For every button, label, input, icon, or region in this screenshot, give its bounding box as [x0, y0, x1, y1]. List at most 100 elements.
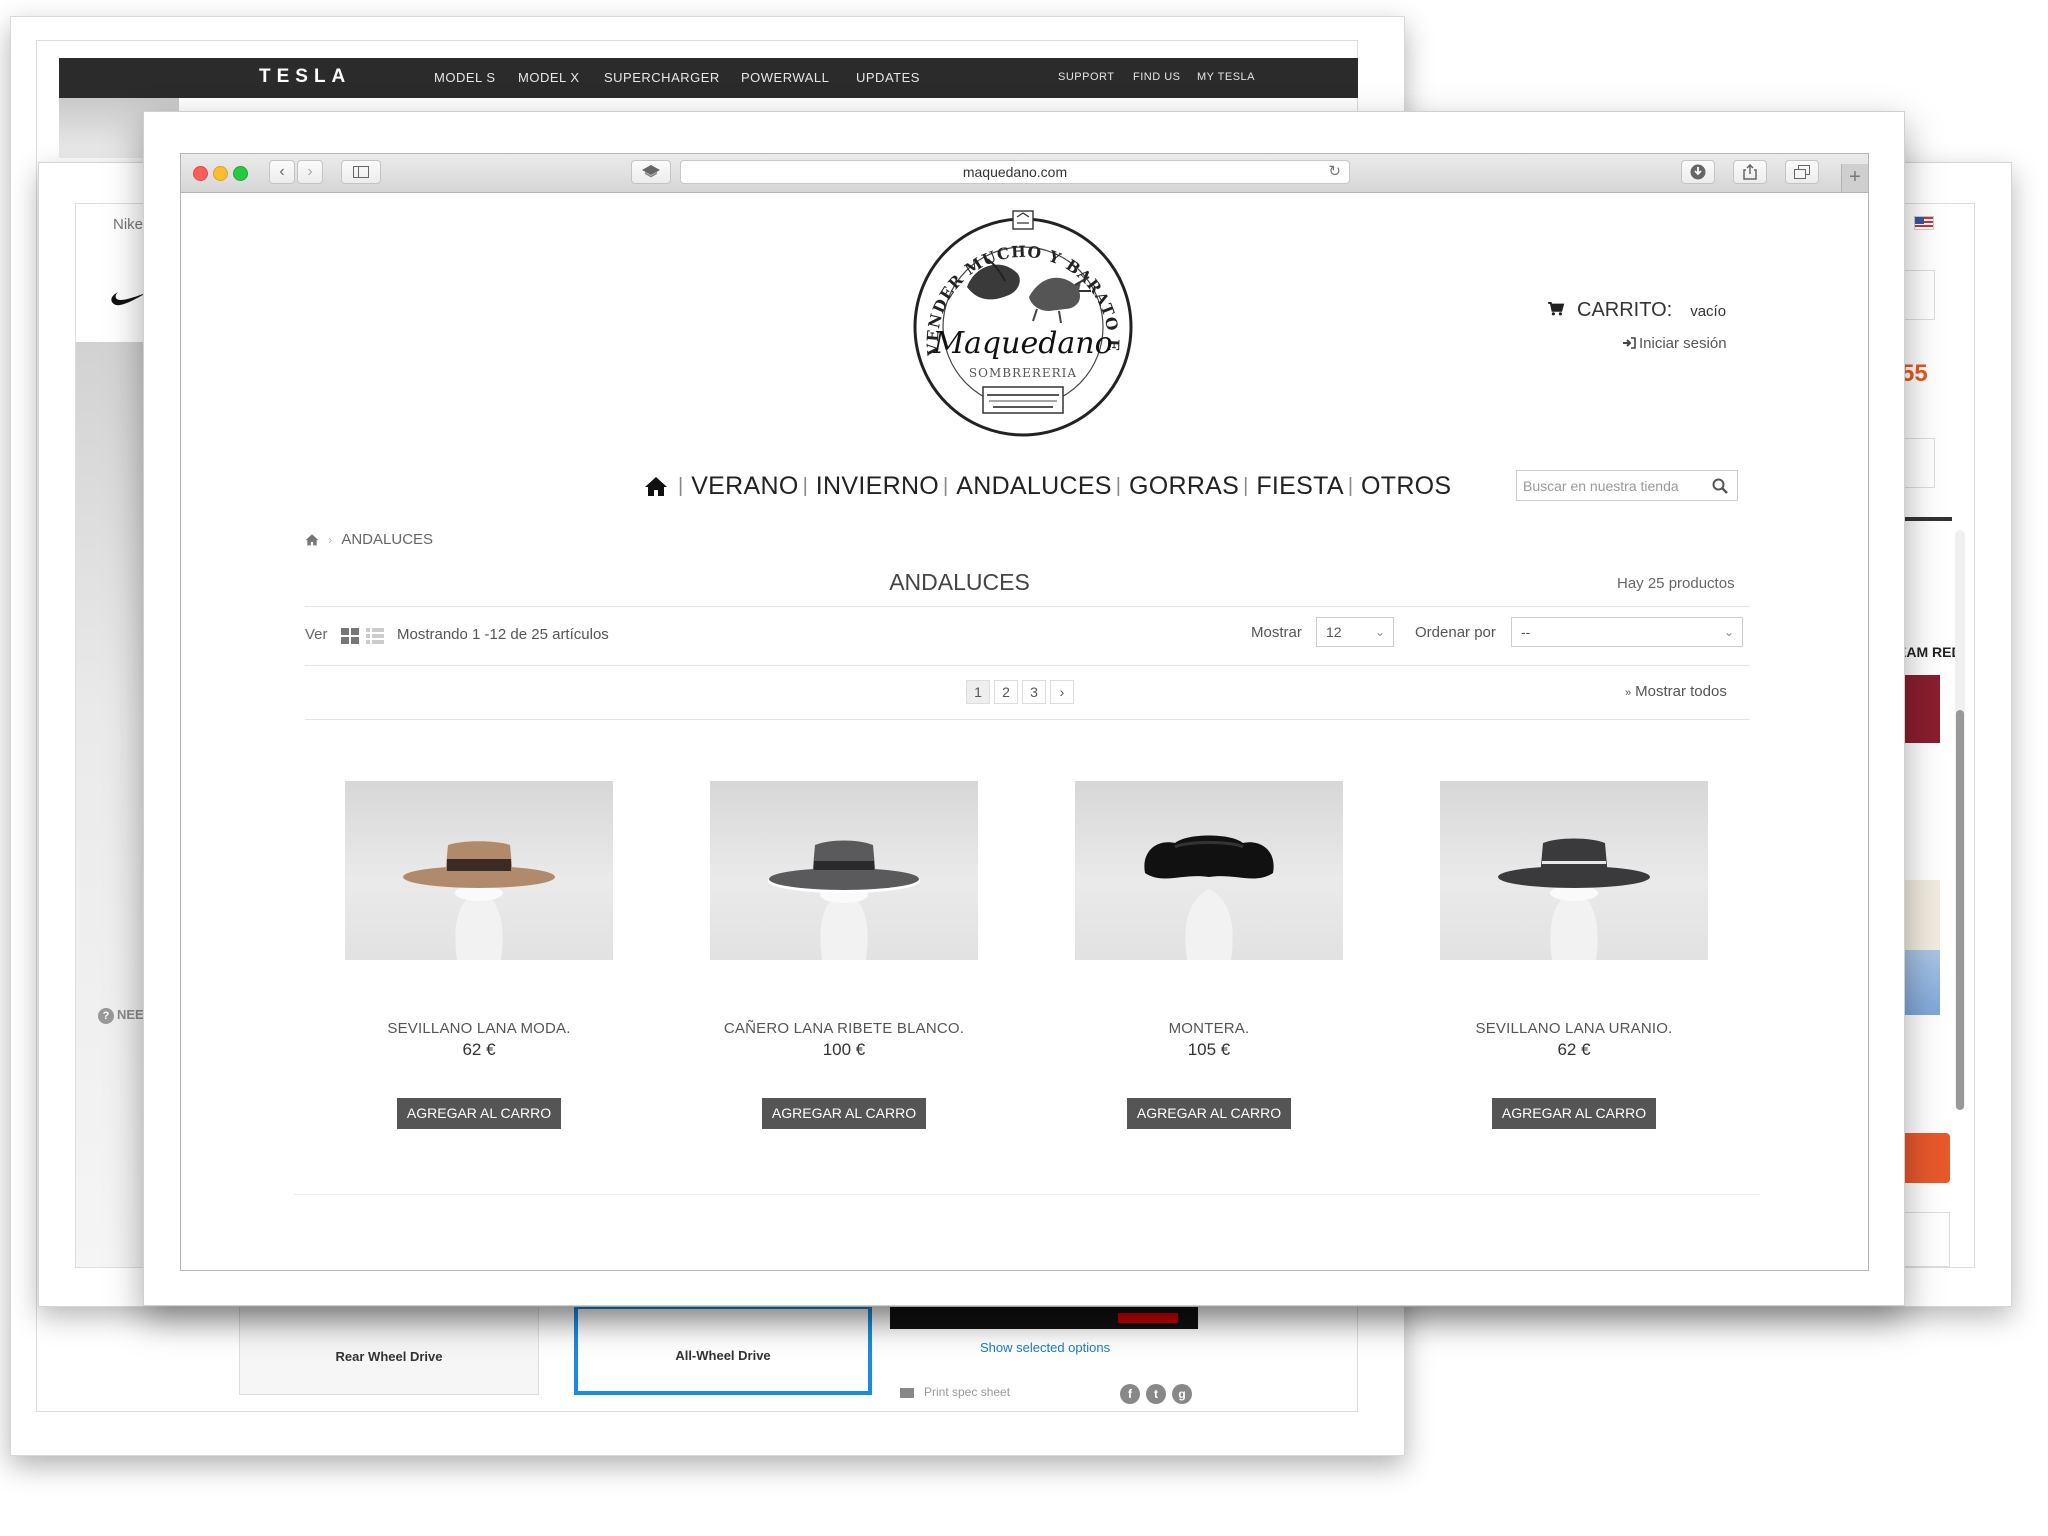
show-all-link[interactable]: » Mostrar todos [1625, 683, 1727, 700]
tesla-nav-find-us[interactable]: FIND US [1133, 71, 1181, 83]
nike-color-name: EAM RED [1897, 644, 1962, 660]
us-flag-icon[interactable] [1914, 216, 1934, 230]
store-search [1516, 470, 1738, 501]
cart-status: vacío [1690, 303, 1727, 320]
logo-wordmark: Maquedano [932, 326, 1112, 361]
tabs-overview-button[interactable] [1785, 160, 1819, 184]
breadcrumb-current: ANDALUCES [341, 531, 434, 548]
forward-button[interactable]: › [297, 160, 323, 184]
add-to-cart-button[interactable]: AGREGAR AL CARRO [762, 1098, 926, 1129]
order-by-select[interactable]: -- ⌄ [1511, 617, 1743, 647]
minimize-window-button[interactable] [213, 166, 228, 181]
rear-wheel-drive-option[interactable]: Rear Wheel Drive [239, 1305, 539, 1395]
product-name[interactable]: SEVILLANO LANA URANIO. [1434, 1020, 1714, 1037]
nav-separator: | [943, 474, 949, 497]
pagination: 1 2 3 › [966, 680, 1074, 704]
next-page[interactable]: › [1050, 680, 1074, 704]
order-label: Ordenar por [1415, 624, 1496, 641]
breadcrumb: › ANDALUCES [305, 531, 433, 548]
new-tab-button[interactable]: + [1841, 164, 1868, 192]
sidebar-button[interactable] [341, 160, 381, 184]
help-icon: ? [98, 1008, 114, 1024]
show-per-page-select[interactable]: 12 ⌄ [1316, 617, 1394, 647]
print-spec-sheet-label: Print spec sheet [924, 1385, 1011, 1399]
product-image[interactable] [710, 781, 978, 960]
tesla-nav-powerwall[interactable]: POWERWALL [741, 70, 829, 85]
tabs-icon [1794, 165, 1810, 179]
grid-view-icon[interactable] [341, 628, 359, 644]
view-label: Ver [305, 626, 328, 643]
tesla-nav-support[interactable]: SUPPORT [1058, 71, 1114, 83]
nav-separator: | [1347, 474, 1354, 497]
facebook-icon[interactable]: f [1120, 1384, 1140, 1404]
nav-item-fiesta[interactable]: FIESTA [1256, 472, 1343, 501]
nav-item-otros[interactable]: OTROS [1361, 472, 1451, 501]
search-input[interactable] [1517, 471, 1709, 500]
twitter-icon[interactable]: t [1146, 1384, 1166, 1404]
zoom-window-button[interactable] [233, 166, 248, 181]
home-icon[interactable] [644, 475, 668, 497]
product-name[interactable]: SEVILLANO LANA MODA. [339, 1020, 619, 1037]
page-3[interactable]: 3 [1022, 680, 1046, 704]
plus-icon: + [1849, 166, 1861, 188]
show-label: Mostrar [1251, 624, 1302, 641]
google-plus-icon[interactable]: g [1172, 1384, 1192, 1404]
maquedano-logo[interactable]: VENDER MUCHO Y BARATO ES EL LEMA DE ESTA… [909, 205, 1137, 440]
category-title-row: ANDALUCES [181, 569, 1868, 596]
add-to-cart-button[interactable]: AGREGAR AL CARRO [1127, 1098, 1291, 1129]
product-name[interactable]: MONTERA. [1069, 1020, 1349, 1037]
nike-scrollbar[interactable] [1955, 530, 1965, 1110]
all-wheel-drive-option[interactable]: All-Wheel Drive [574, 1305, 872, 1395]
share-button[interactable] [1733, 160, 1767, 184]
product-price: 62 € [462, 1040, 496, 1059]
tesla-nav-model-x[interactable]: MODEL X [518, 70, 580, 85]
tesla-nav-model-s[interactable]: MODEL S [434, 70, 496, 85]
product-price: 105 € [1187, 1040, 1231, 1059]
safari-window: ‹ › maquedano.com ↻ + VENDER MUCHO Y BAR… [180, 153, 1869, 1271]
show-selected-options-link[interactable]: Show selected options [980, 1340, 1110, 1355]
nav-separator: | [1243, 474, 1249, 497]
favorites-button[interactable] [631, 160, 671, 184]
product-image[interactable] [345, 781, 613, 960]
downloads-button[interactable] [1681, 160, 1715, 184]
tesla-navbar: TESLA MODEL S MODEL X SUPERCHARGER POWER… [59, 58, 1358, 98]
search-icon[interactable] [1712, 478, 1728, 494]
close-window-button[interactable] [193, 166, 208, 181]
nav-item-gorras[interactable]: GORRAS [1129, 472, 1239, 501]
reload-icon[interactable]: ↻ [1328, 161, 1341, 183]
product-image[interactable] [1440, 781, 1708, 960]
store-page: VENDER MUCHO Y BARATO ES EL LEMA DE ESTA… [181, 193, 1868, 1270]
print-spec-sheet-link[interactable]: Print spec sheet [900, 1385, 1010, 1399]
cart-link[interactable]: CARRITO: vacío [1547, 299, 1726, 322]
chevron-right-icon: › [307, 163, 313, 180]
add-to-cart-button[interactable]: AGREGAR AL CARRO [397, 1098, 561, 1129]
product-count: Hay 25 productos [1617, 575, 1735, 592]
address-bar[interactable]: maquedano.com ↻ [680, 160, 1350, 184]
nav-item-andaluces[interactable]: ANDALUCES [956, 472, 1112, 501]
login-link[interactable]: Iniciar sesión [1623, 335, 1727, 352]
add-to-cart-button[interactable]: AGREGAR AL CARRO [1492, 1098, 1656, 1129]
scrollbar-thumb[interactable] [1956, 710, 1964, 1110]
tesla-logo[interactable]: TESLA [259, 66, 351, 88]
logo-subtitle: SOMBRERERIA [969, 366, 1077, 380]
home-icon[interactable] [305, 533, 319, 546]
nav-separator: | [802, 474, 808, 497]
tesla-nav-supercharger[interactable]: SUPERCHARGER [604, 70, 720, 85]
sidebar-icon [353, 166, 369, 178]
page-1[interactable]: 1 [966, 680, 990, 704]
list-view-icon[interactable] [366, 628, 384, 644]
shield-icon [642, 165, 660, 178]
tesla-summary-bar [890, 1305, 1198, 1329]
tesla-nav-my-tesla[interactable]: MY TESLA [1197, 71, 1255, 83]
divider [305, 719, 1750, 720]
sign-in-icon [1623, 337, 1636, 349]
product-image[interactable] [1075, 781, 1343, 960]
nav-item-verano[interactable]: VERANO [691, 472, 798, 501]
product-name[interactable]: CAÑERO LANA RIBETE BLANCO. [704, 1020, 984, 1037]
page-2[interactable]: 2 [994, 680, 1018, 704]
back-button[interactable]: ‹ [269, 160, 295, 184]
product-price: 100 € [822, 1040, 866, 1059]
tesla-nav-updates[interactable]: UPDATES [856, 70, 920, 85]
nav-item-invierno[interactable]: INVIERNO [816, 472, 939, 501]
nike-tab-label[interactable]: Nike [113, 216, 143, 233]
